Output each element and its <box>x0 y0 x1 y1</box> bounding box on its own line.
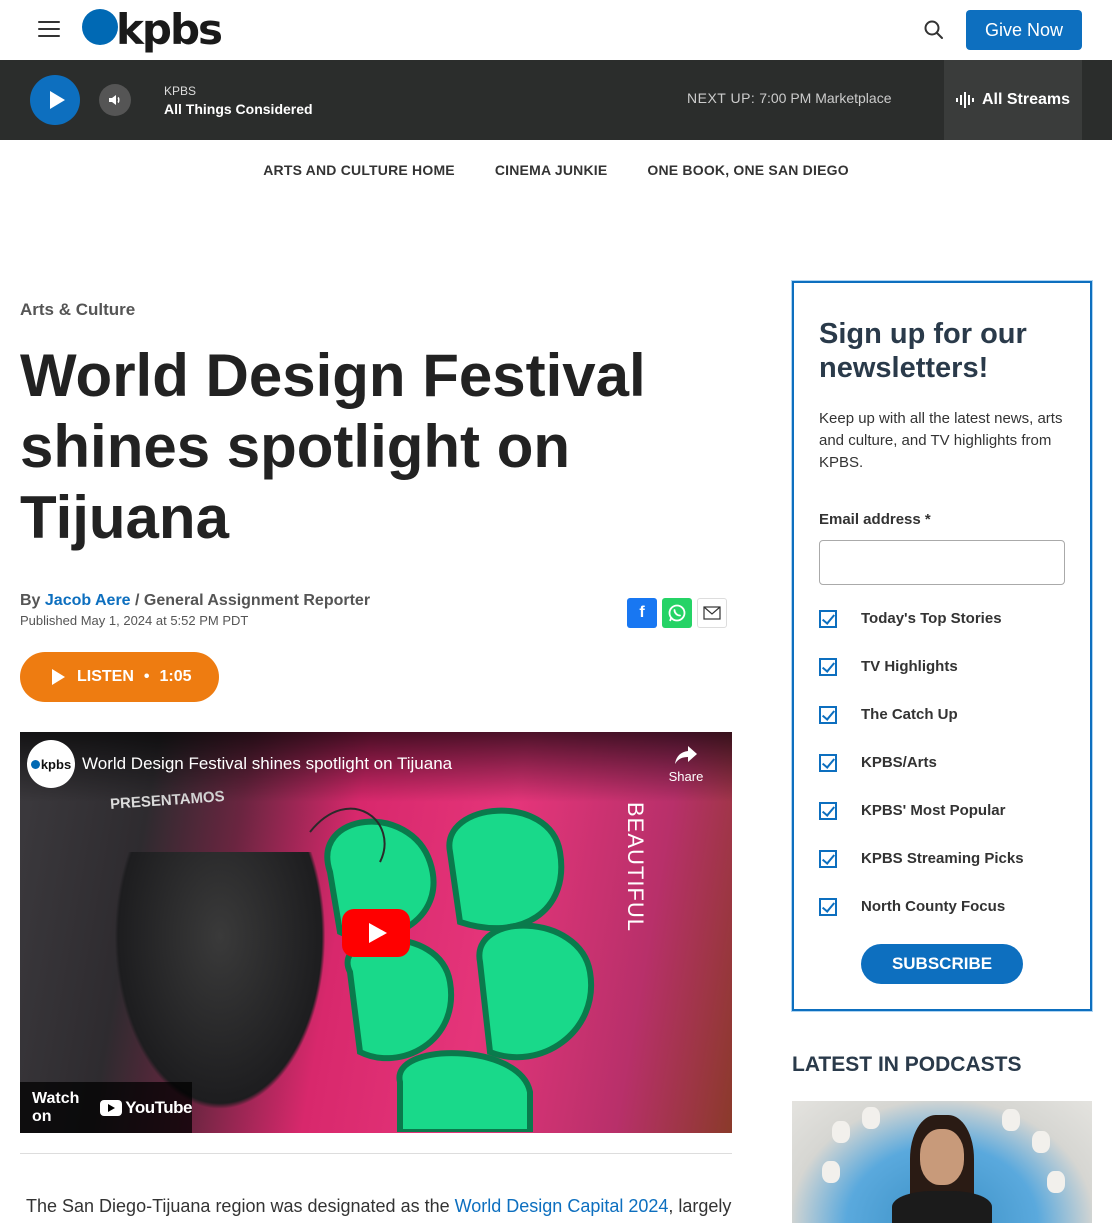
podcasts-heading: LATEST IN PODCASTS <box>792 1053 1022 1076</box>
logo-dot <box>82 9 118 45</box>
checkbox-checked[interactable] <box>819 754 837 772</box>
next-up-label: NEXT UP: <box>687 90 756 106</box>
listen-label: LISTEN <box>77 668 134 685</box>
article-headline: World Design Festival shines spotlight o… <box>20 342 646 551</box>
share-buttons: f <box>627 598 727 628</box>
option-label: North County Focus <box>861 898 1006 915</box>
checkbox-checked[interactable] <box>819 610 837 628</box>
newsletter-signup: Sign up for our newsletters! Keep up wit… <box>792 281 1092 1011</box>
option-label: Today's Top Stories <box>861 610 1002 627</box>
play-icon[interactable] <box>30 75 80 125</box>
youtube-play-icon[interactable] <box>342 909 410 957</box>
option-top-stories[interactable]: Today's Top Stories <box>819 606 1024 654</box>
body-text-end: , largely <box>668 1196 732 1216</box>
checkbox-checked[interactable] <box>819 706 837 724</box>
podcast-thumbnail[interactable] <box>792 1101 1092 1223</box>
option-label: KPBS Streaming Picks <box>861 850 1024 867</box>
audio-wave-icon <box>955 92 974 108</box>
search-icon[interactable] <box>922 18 946 42</box>
section-nav: ARTS AND CULTURE HOME CINEMA JUNKIE ONE … <box>0 140 1112 200</box>
facebook-icon[interactable]: f <box>627 598 657 628</box>
next-up-show: Marketplace <box>815 90 892 106</box>
byline-by: By <box>20 592 41 609</box>
article-section-link[interactable]: Arts & Culture <box>20 300 135 320</box>
all-streams-button[interactable]: All Streams <box>944 60 1082 140</box>
option-north-county[interactable]: North County Focus <box>819 894 1024 942</box>
newsletter-title: Sign up for our newsletters! <box>819 318 1027 384</box>
video-share-button[interactable]: Share <box>660 744 712 784</box>
author-role: / General Assignment Reporter <box>135 592 371 609</box>
watch-on-label: Watch on <box>32 1089 80 1125</box>
menu-icon[interactable] <box>38 21 60 39</box>
whatsapp-icon[interactable] <box>662 598 692 628</box>
checkbox-checked[interactable] <box>819 658 837 676</box>
kpbs-logo[interactable]: kpbs <box>82 5 223 54</box>
video-title[interactable]: World Design Festival shines spotlight o… <box>82 754 452 774</box>
option-most-popular[interactable]: KPBS' Most Popular <box>819 798 1024 846</box>
channel-name: kpbs <box>40 756 72 772</box>
email-field[interactable] <box>819 540 1065 585</box>
next-up-time: 7:00 PM <box>759 90 812 106</box>
option-streaming-picks[interactable]: KPBS Streaming Picks <box>819 846 1024 894</box>
option-label: KPBS/Arts <box>861 754 937 771</box>
byline: By Jacob Aere / General Assignment Repor… <box>20 592 370 610</box>
nav-one-book[interactable]: ONE BOOK, ONE SAN DIEGO <box>647 162 848 200</box>
checkbox-checked[interactable] <box>819 802 837 820</box>
option-label: KPBS' Most Popular <box>861 802 1006 819</box>
listen-button[interactable]: LISTEN • 1:05 <box>20 652 219 702</box>
published-date: Published May 1, 2024 at 5:52 PM PDT <box>20 613 249 628</box>
divider <box>20 1153 732 1154</box>
newsletter-description: Keep up with all the latest news, arts a… <box>819 410 1063 471</box>
give-now-button[interactable]: Give Now <box>966 10 1082 50</box>
checkbox-checked[interactable] <box>819 850 837 868</box>
option-label: The Catch Up <box>861 706 958 723</box>
youtube-logo: YouTube <box>100 1098 192 1118</box>
video-thumbnail-graffiti <box>309 807 595 1132</box>
email-label: Email address * <box>819 511 931 528</box>
next-up: NEXT UP: 7:00 PM Marketplace <box>687 90 892 106</box>
nav-cinema-junkie[interactable]: CINEMA JUNKIE <box>495 162 608 200</box>
volume-icon[interactable] <box>99 84 131 116</box>
option-tv-highlights[interactable]: TV Highlights <box>819 654 1024 702</box>
video-share-label: Share <box>668 769 704 784</box>
youtube-video-embed[interactable]: PRESENTAMOS BEAUTIFUL kpbs World Design … <box>20 732 732 1133</box>
logo-text: kpbs <box>116 5 223 54</box>
channel-avatar[interactable]: kpbs <box>27 740 75 788</box>
option-kpbs-arts[interactable]: KPBS/Arts <box>819 750 1024 798</box>
email-icon[interactable] <box>697 598 727 628</box>
world-design-capital-link[interactable]: World Design Capital 2024 <box>455 1196 669 1216</box>
author-link[interactable]: Jacob Aere <box>45 592 131 609</box>
article-body-paragraph: The San Diego-Tijuana region was designa… <box>26 1196 732 1217</box>
checkbox-checked[interactable] <box>819 898 837 916</box>
site-header: kpbs Give Now <box>0 0 1112 60</box>
all-streams-label: All Streams <box>981 91 1071 108</box>
listen-separator: • <box>143 668 150 685</box>
video-wall-text: BEAUTIFUL <box>623 802 648 933</box>
option-catch-up[interactable]: The Catch Up <box>819 702 1024 750</box>
subscribe-button[interactable]: SUBSCRIBE <box>861 944 1023 984</box>
listen-duration: 1:05 <box>159 668 192 685</box>
share-arrow-icon <box>675 746 697 764</box>
youtube-wordmark: YouTube <box>125 1097 192 1117</box>
live-player-bar: KPBS All Things Considered NEXT UP: 7:00… <box>0 60 1112 140</box>
play-icon <box>52 669 65 685</box>
option-label: TV Highlights <box>861 658 958 675</box>
now-playing-show: All Things Considered <box>164 101 313 117</box>
watch-on-youtube[interactable]: Watch on YouTube <box>20 1082 192 1133</box>
station-name: KPBS <box>164 84 197 98</box>
newsletter-options: Today's Top Stories TV Highlights The Ca… <box>819 606 1024 942</box>
nav-arts-culture-home[interactable]: ARTS AND CULTURE HOME <box>263 162 455 200</box>
body-text-start: The San Diego-Tijuana region was designa… <box>26 1196 455 1216</box>
